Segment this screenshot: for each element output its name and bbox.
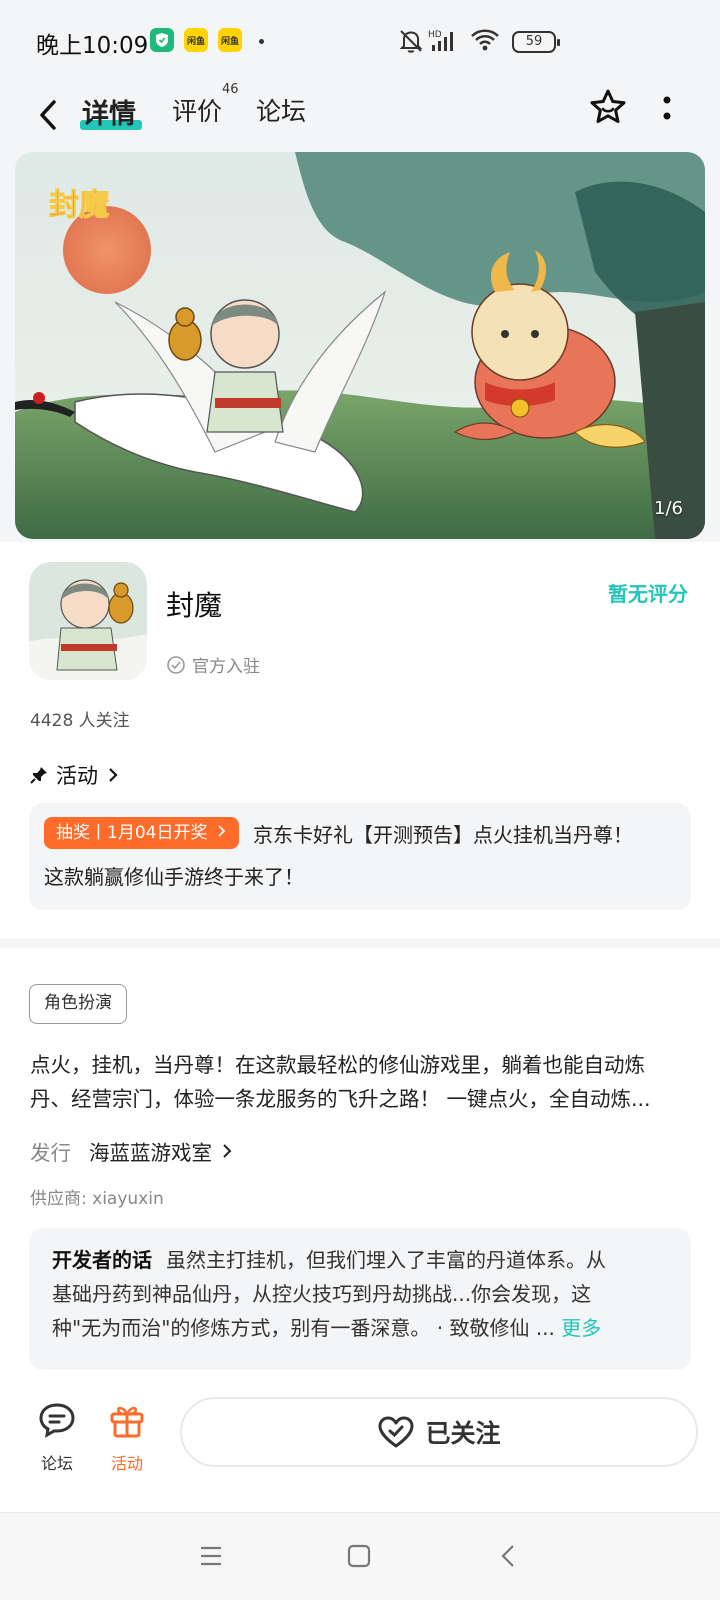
check-circle-icon — [167, 655, 185, 674]
menu-icon[interactable] — [198, 1543, 224, 1569]
forum-label: 论坛 — [40, 1454, 73, 1473]
chevron-right-icon — [218, 825, 226, 837]
game-app-icon — [29, 562, 147, 680]
wifi-icon — [471, 29, 499, 51]
svg-text:HD: HD — [428, 30, 442, 40]
developer-note-line1: 开发者的话 虽然主打挂机，但我们埋入了丰富的丹道体系。从 — [52, 1248, 606, 1272]
follow-label: 已关注 — [425, 1419, 501, 1448]
lottery-badge[interactable]: 抽奖丨1月04日开奖 — [44, 817, 239, 849]
tab-details[interactable]: 详情 — [82, 92, 136, 131]
official-label: 官方入驻 — [192, 657, 260, 677]
yellow-app-icon: 闲鱼 — [218, 28, 242, 52]
activity-section-header[interactable]: 活动 — [30, 760, 120, 790]
activity-text-line1: 京东卡好礼【开测预告】点火挂机当丹尊！ — [253, 823, 633, 847]
follower-count: 4428 人关注 — [30, 711, 130, 731]
status-bar: 晚上10:09 闲鱼 闲鱼 HD 59 — [0, 0, 720, 86]
activity-button[interactable]: 活动 — [97, 1400, 157, 1474]
activity-title: 活动 — [56, 764, 98, 788]
game-title: 封魔 — [166, 589, 223, 622]
shield-app-icon — [150, 28, 174, 52]
publisher-label: 发行 — [30, 1141, 71, 1165]
forum-button[interactable]: 论坛 — [27, 1400, 87, 1474]
game-logo: 封魔 — [49, 188, 110, 224]
genre-tag[interactable]: 角色扮演 — [29, 984, 127, 1024]
banner-carousel[interactable]: 封魔 1/6 — [15, 152, 705, 539]
gift-icon — [110, 1406, 144, 1438]
rating-status: 暂无评分 — [608, 582, 688, 606]
publisher-row[interactable]: 发行 海蓝蓝游戏室 — [30, 1136, 234, 1166]
banner-illustration — [15, 152, 705, 539]
heart-check-icon — [378, 1416, 414, 1448]
developer-note-title: 开发者的话 — [52, 1248, 152, 1272]
bell-muted-icon — [399, 30, 423, 53]
yellow-app-icon: 闲鱼 — [184, 28, 208, 52]
favorite-star-icon[interactable] — [586, 86, 630, 130]
tab-forum[interactable]: 论坛 — [256, 92, 306, 128]
header: 详情 评价 46 论坛 — [0, 82, 720, 152]
activity-card[interactable]: 抽奖丨1月04日开奖 京东卡好礼【开测预告】点火挂机当丹尊！ 这款躺赢修仙手游终… — [29, 803, 691, 910]
activity-text-line2: 这款躺赢修仙手游终于来了！ — [44, 865, 304, 889]
home-icon[interactable] — [346, 1543, 372, 1569]
chevron-right-icon — [223, 1144, 232, 1158]
supplier-info: 供应商: xiayuxin — [30, 1189, 164, 1209]
system-navigation-bar — [0, 1512, 720, 1600]
status-time: 晚上10:09 — [36, 33, 149, 59]
developer-note-line3: 种"无为而治"的修炼方式，别有一番深意。 · 致敬修仙 ... 更多 — [52, 1316, 602, 1340]
reviews-count-badge: 46 — [222, 82, 239, 97]
developer-note-card[interactable]: 开发者的话 虽然主打挂机，但我们埋入了丰富的丹道体系。从 基础丹药到神品仙丹，从控… — [29, 1228, 691, 1370]
more-link[interactable]: 更多 — [561, 1316, 601, 1340]
pin-icon — [30, 767, 47, 784]
publisher-name: 海蓝蓝游戏室 — [89, 1141, 212, 1165]
official-badge: 官方入驻 — [166, 652, 260, 677]
chevron-right-icon — [109, 768, 118, 782]
signal-icon: HD — [428, 30, 453, 51]
developer-note-line2: 基础丹药到神品仙丹，从控火技巧到丹劫挑战...你会发现，这 — [52, 1282, 592, 1306]
tab-reviews[interactable]: 评价 — [172, 92, 222, 128]
more-options-icon[interactable] — [652, 90, 682, 130]
section-divider — [0, 938, 720, 948]
follow-button[interactable]: 已关注 — [180, 1397, 698, 1467]
game-description[interactable]: 点火，挂机，当丹尊！在这款最轻松的修仙游戏里，躺着也能自动炼 丹、经营宗门，体验… — [30, 1048, 690, 1116]
notification-dot — [259, 39, 264, 44]
battery-indicator: 59 — [512, 31, 560, 53]
chat-bubble-icon — [39, 1403, 75, 1438]
back-arrow-icon[interactable] — [30, 94, 70, 138]
banner-page-counter: 1/6 — [654, 498, 683, 519]
activity-label: 活动 — [110, 1454, 143, 1473]
back-icon[interactable] — [496, 1543, 522, 1569]
